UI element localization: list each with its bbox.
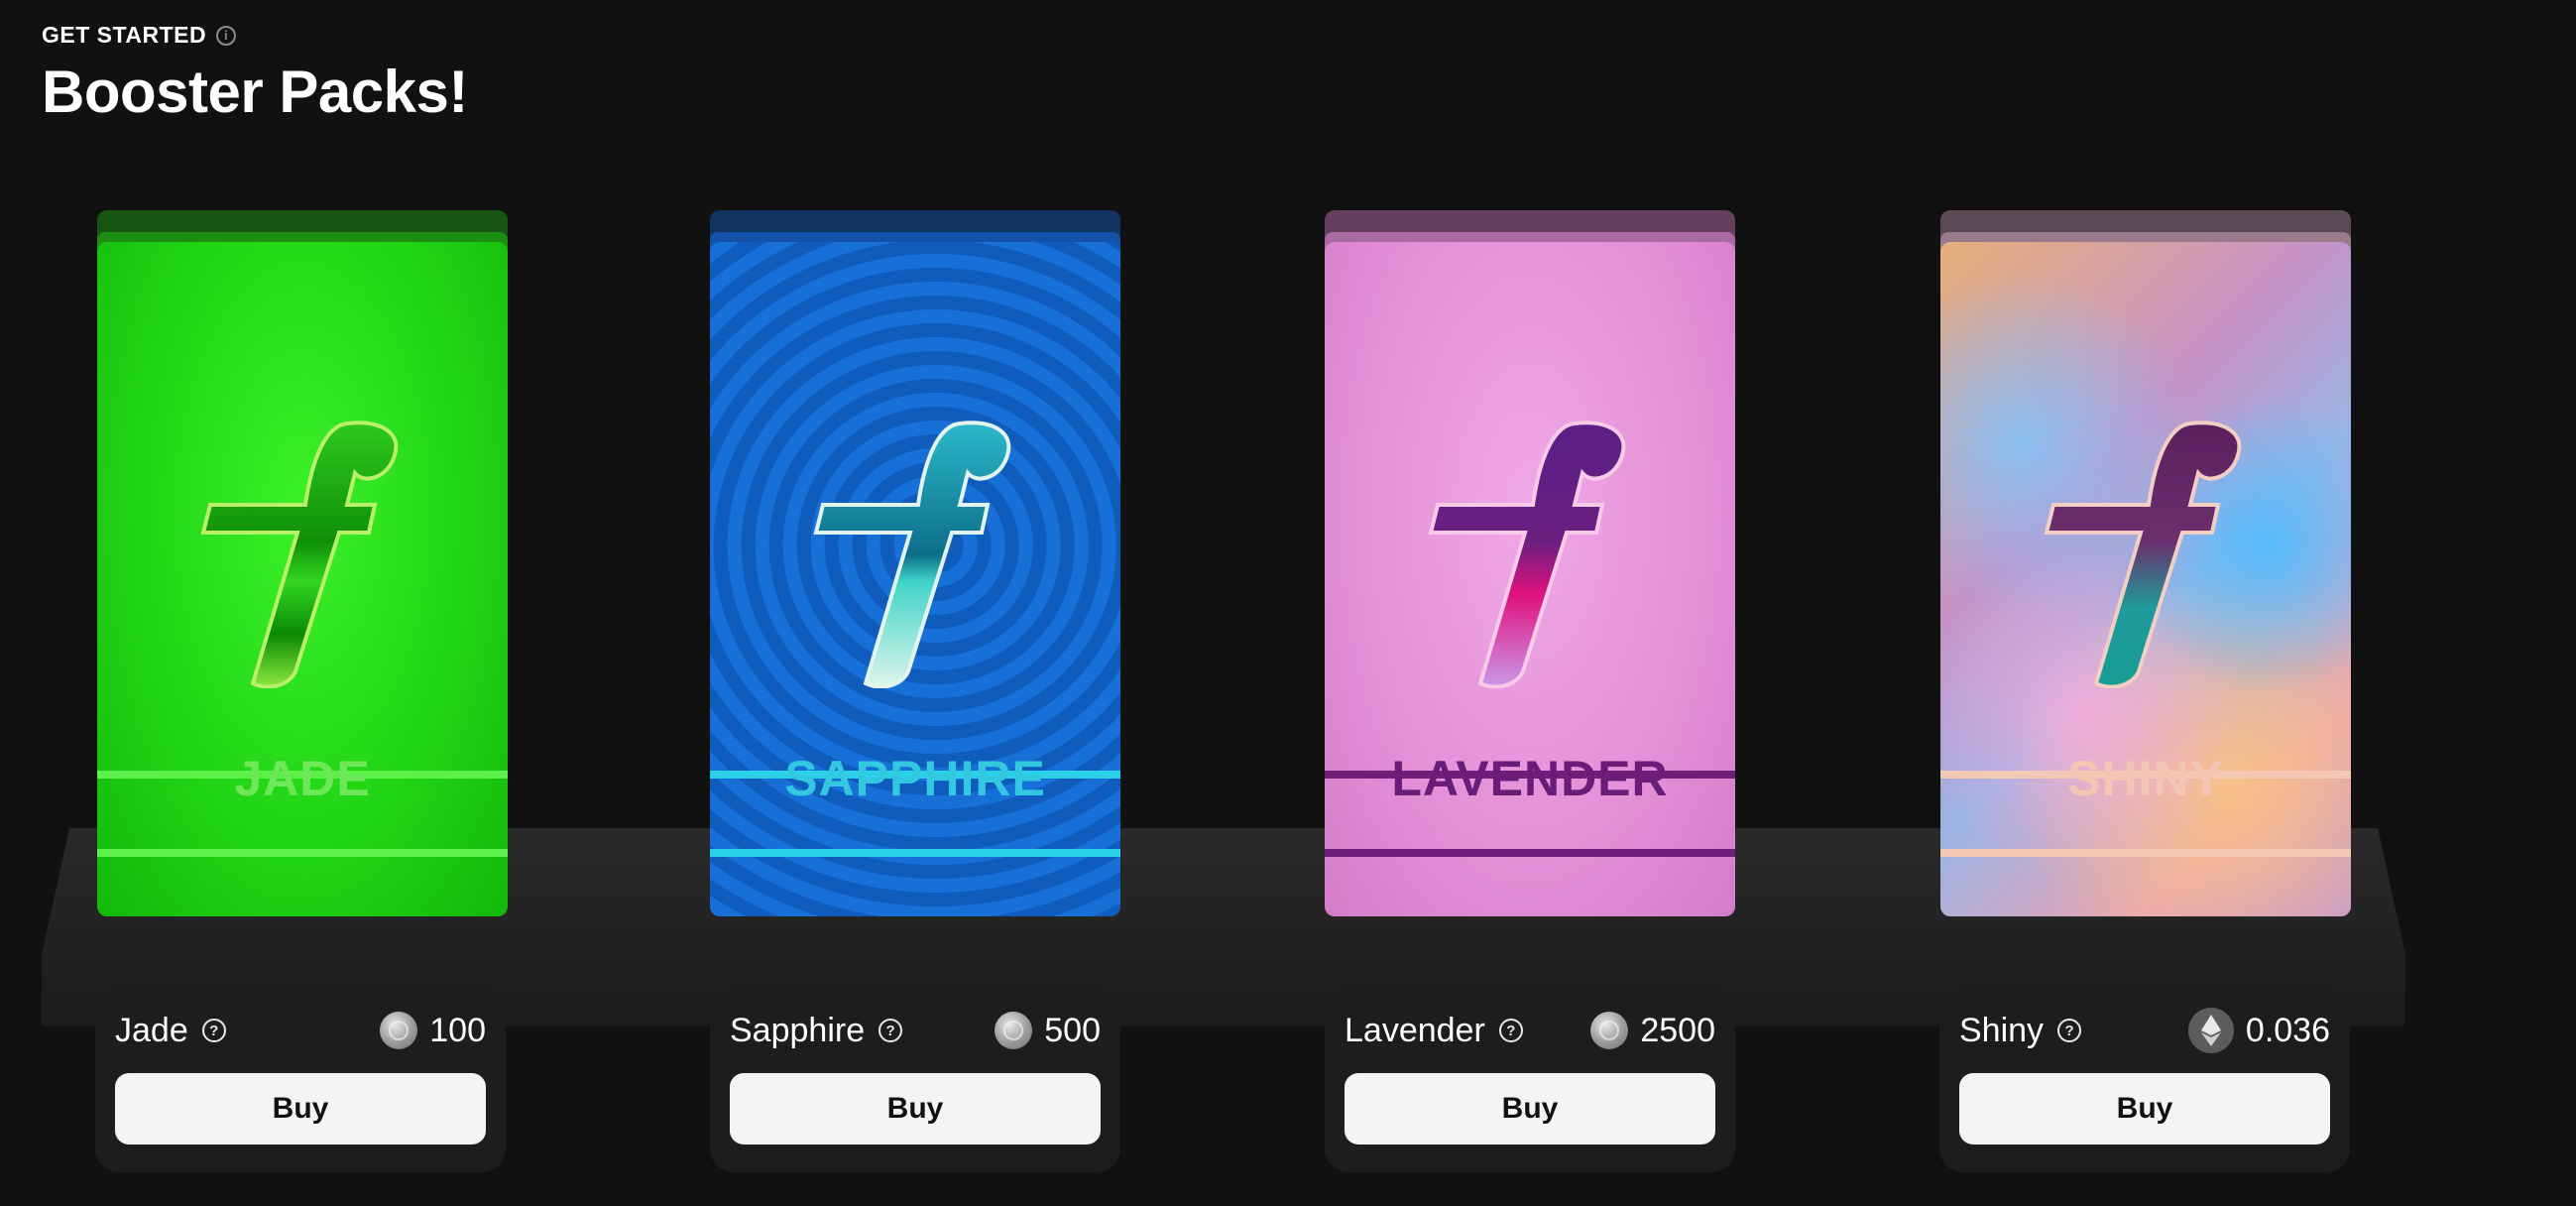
pack-price: 100 bbox=[429, 1011, 486, 1049]
pack-label: JADE bbox=[234, 751, 371, 806]
help-icon[interactable]: ? bbox=[2057, 1019, 2082, 1042]
pack-name: Shiny bbox=[1959, 1011, 2045, 1049]
page-title: Booster Packs! bbox=[42, 59, 468, 125]
pack-label: LAVENDER bbox=[1391, 751, 1669, 806]
coin-icon bbox=[995, 1012, 1033, 1049]
pack-label: SHINY bbox=[2067, 751, 2224, 806]
help-icon[interactable]: ? bbox=[1498, 1019, 1523, 1042]
pack-price: 500 bbox=[1044, 1011, 1101, 1049]
buy-button[interactable]: Buy bbox=[730, 1073, 1101, 1145]
buy-button[interactable]: Buy bbox=[1959, 1073, 2330, 1145]
f-logo-icon bbox=[2044, 421, 2242, 688]
f-logo-icon bbox=[200, 421, 399, 688]
buy-button[interactable]: Buy bbox=[115, 1073, 486, 1145]
pack-sapphire[interactable]: SAPPHIRE bbox=[710, 210, 1120, 916]
pack-label: SAPPHIRE bbox=[784, 751, 1046, 806]
pack-lavender[interactable]: LAVENDER bbox=[1325, 210, 1735, 916]
page-header: GET STARTED i Booster Packs! bbox=[42, 22, 468, 122]
pack-jade[interactable]: JADE bbox=[97, 210, 508, 916]
pack-art: SHINY bbox=[1940, 242, 2351, 916]
pack-name: Jade bbox=[115, 1011, 188, 1049]
pack-card-jade: Jade ? 100 Buy bbox=[95, 988, 506, 1172]
pack-shiny[interactable]: SHINY bbox=[1940, 210, 2351, 916]
pack-band bbox=[1325, 849, 1735, 857]
ethereum-icon bbox=[2187, 1008, 2234, 1053]
f-logo-icon bbox=[1428, 421, 1626, 688]
pack-band bbox=[1940, 849, 2351, 857]
pack-name: Sapphire bbox=[730, 1011, 866, 1049]
pack-band bbox=[710, 849, 1120, 857]
coin-icon bbox=[1590, 1012, 1629, 1049]
ethereum-glyph bbox=[2200, 1015, 2221, 1046]
info-icon[interactable]: i bbox=[216, 25, 237, 46]
help-icon[interactable]: ? bbox=[878, 1019, 903, 1042]
eyebrow-label: GET STARTED bbox=[42, 22, 207, 48]
section-eyebrow: GET STARTED i bbox=[42, 22, 468, 49]
pack-art: SAPPHIRE bbox=[710, 242, 1120, 916]
help-icon[interactable]: ? bbox=[201, 1019, 226, 1042]
pack-card-sapphire: Sapphire ? 500 Buy bbox=[710, 988, 1120, 1172]
pack-price: 2500 bbox=[1640, 1011, 1715, 1049]
coin-icon bbox=[380, 1012, 418, 1049]
pack-price: 0.036 bbox=[2245, 1011, 2330, 1049]
buy-button[interactable]: Buy bbox=[1345, 1073, 1715, 1145]
pack-card-lavender: Lavender ? 2500 Buy bbox=[1325, 988, 1735, 1172]
f-logo-icon bbox=[813, 421, 1011, 688]
pack-art: LAVENDER bbox=[1325, 242, 1735, 916]
pack-card-shiny: Shiny ? 0.036 Buy bbox=[1939, 988, 2350, 1172]
pack-name: Lavender bbox=[1345, 1011, 1485, 1049]
pack-art: JADE bbox=[97, 242, 508, 916]
pack-band bbox=[97, 849, 508, 857]
